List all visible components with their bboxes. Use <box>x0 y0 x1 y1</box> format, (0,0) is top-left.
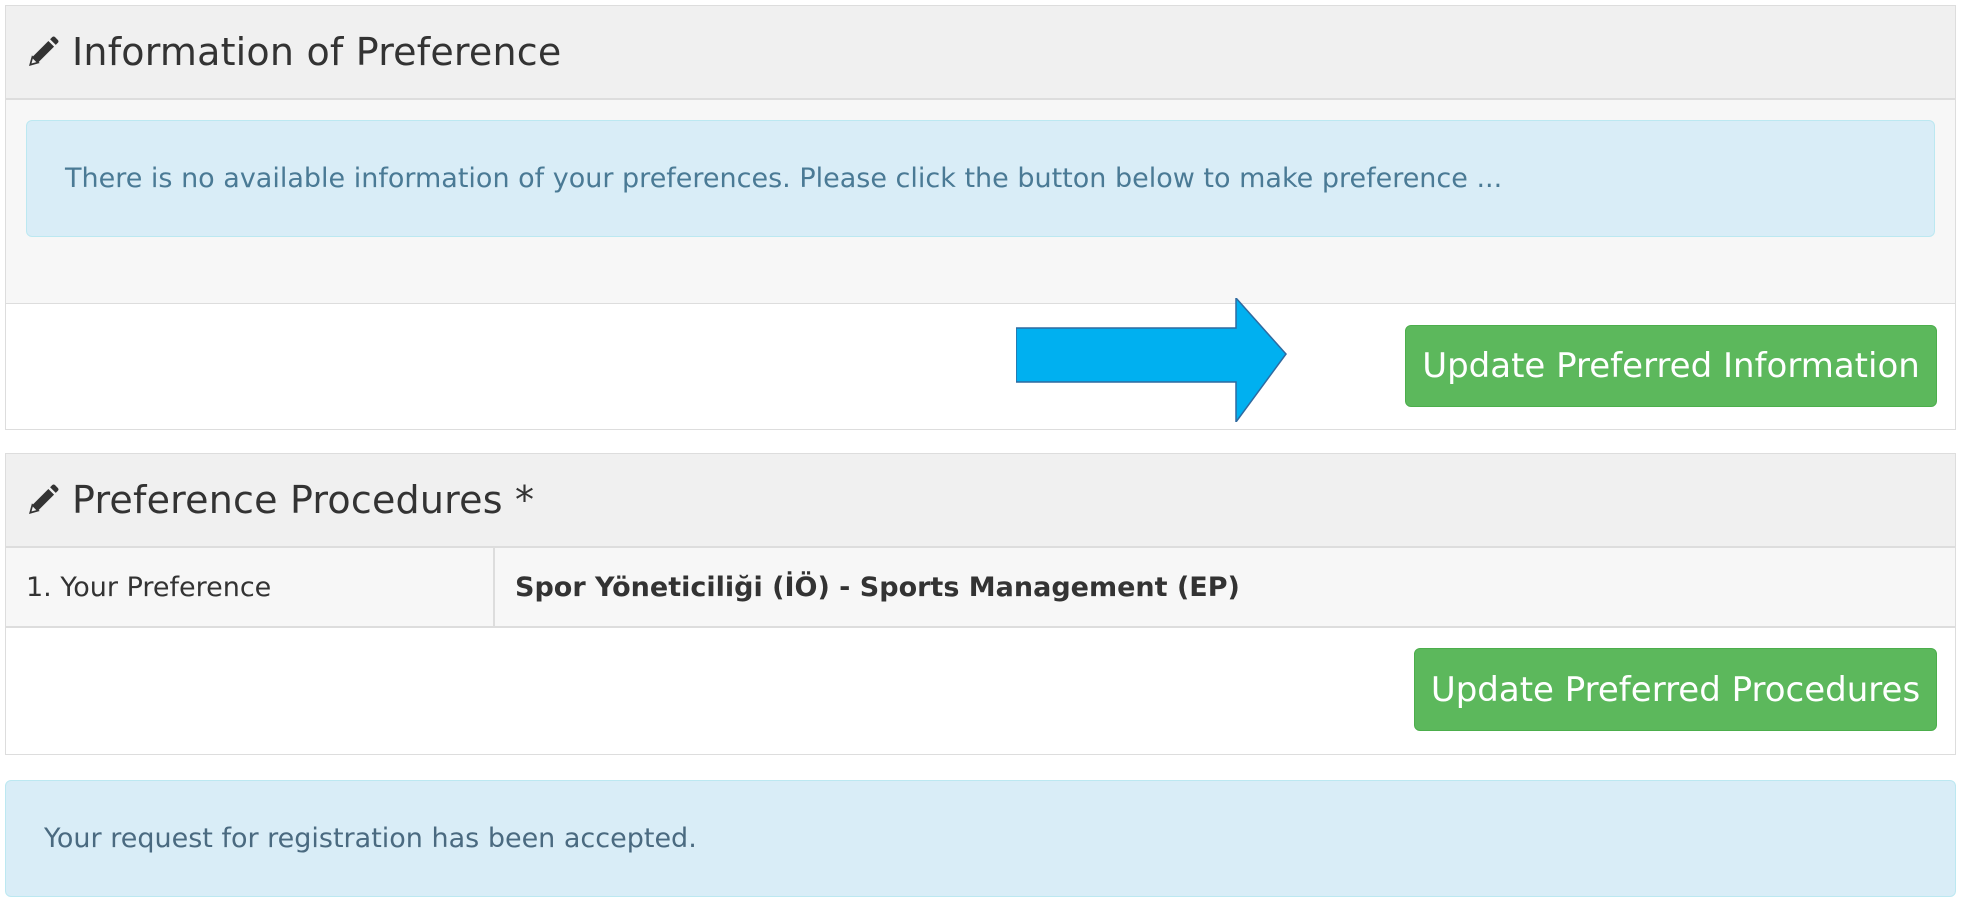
registration-accepted-alert: Your request for registration has been a… <box>5 780 1956 897</box>
no-preference-alert: There is no available information of you… <box>26 120 1935 237</box>
pencil-icon <box>26 35 60 69</box>
information-of-preference-footer: Update Preferred Information <box>6 298 1955 425</box>
pencil-icon <box>26 483 60 517</box>
panel-title: Information of Preference <box>72 30 562 74</box>
update-preferred-procedures-button[interactable]: Update Preferred Procedures <box>1414 648 1937 731</box>
information-of-preference-heading: Information of Preference <box>6 6 1955 100</box>
preference-procedures-footer: Update Preferred Procedures <box>6 628 1955 752</box>
preference-label: 1. Your Preference <box>6 548 495 626</box>
preference-value: Spor Yöneticiliği (İÖ) - Sports Manageme… <box>515 571 1240 603</box>
update-preferred-information-button[interactable]: Update Preferred Information <box>1405 325 1937 407</box>
information-of-preference-panel: Information of Preference There is no av… <box>5 5 1956 430</box>
right-arrow-icon <box>1016 298 1287 422</box>
panel-title: Preference Procedures * <box>72 478 535 522</box>
table-row: 1. Your Preference Spor Yöneticiliği (İÖ… <box>6 548 1955 628</box>
preference-procedures-panel: Preference Procedures * 1. Your Preferen… <box>5 453 1956 755</box>
preference-procedures-heading: Preference Procedures * <box>6 454 1955 548</box>
information-of-preference-body: There is no available information of you… <box>6 100 1955 304</box>
